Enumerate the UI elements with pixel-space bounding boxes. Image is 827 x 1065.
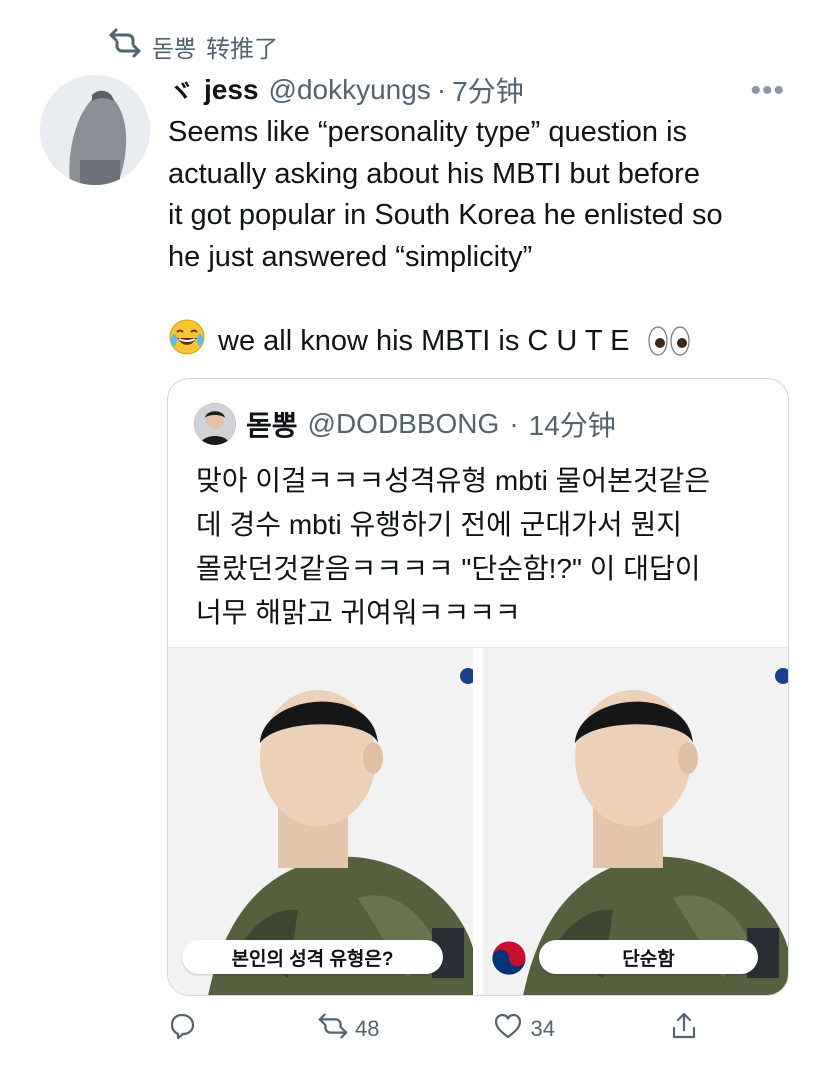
retweet-context[interactable]: 돋뽕 转推了 [108,26,278,67]
quoted-text-line: 몰랐던것같음ㅋㅋㅋㅋ "단순함!?" 이 대답이 [196,553,701,584]
tweet-text-line: actually asking about his MBTI but befor… [168,157,700,190]
like-count: 34 [530,1016,555,1041]
tweet-text-line2: we all know his MBTI is C U T E [168,318,691,364]
quoted-display-name[interactable]: 돋뽕 [246,404,298,444]
share-button[interactable] [668,1010,706,1048]
media-caption: 본인의 성격 유형은? [182,940,443,974]
retweeter-name: 돋뽕 [152,36,197,63]
tweet-header: ヾ jess @dokkyungs · 7分钟 [168,72,797,108]
quoted-avatar [194,403,236,445]
tweet-actions: 48 34 [166,1010,706,1048]
avatar[interactable] [40,75,150,185]
user-handle[interactable]: @dokkyungs [269,74,431,106]
taegeuk-icon [491,940,527,976]
more-icon[interactable]: ••• [750,74,785,108]
share-icon [668,1010,700,1048]
quoted-media: 본인의 성격 유형은? 단순함 [168,647,788,995]
tweet-text-line: he just answered “simplicity” [168,240,533,273]
separator-dot: · [509,408,519,439]
tweet-text: Seems like “personality type” question i… [168,112,798,278]
tweet-text-line: it got popular in South Korea he enliste… [168,199,723,231]
media-caption: 단순함 [539,940,758,974]
like-icon [492,1010,524,1048]
retweet-button[interactable]: 48 [317,1010,379,1048]
quoted-timestamp: 14分钟 [528,410,616,441]
quoted-tweet[interactable]: 돋뽕 @DODBBONG · 14分钟 맞아 이걸ㅋㅋㅋ성격유형 mbti 물어… [167,378,789,996]
reply-icon [166,1010,198,1048]
quoted-tweet-header: 돋뽕 @DODBBONG · 14分钟 [194,403,616,445]
separator-dot: · [436,74,447,105]
tweet-text-line-2: we all know his MBTI is C U T E [218,324,630,357]
retweet-icon [108,26,142,67]
eyes-emoji-icon [647,324,691,358]
quoted-tweet-text: 맞아 이걸ㅋㅋㅋ성격유형 mbti 물어본것같은 데 경수 mbti 유행하기 … [196,459,776,635]
media-image-2[interactable]: 단순함 [483,648,788,995]
tweet-timestamp[interactable]: 7分钟 [452,70,524,110]
quoted-text-line: 너무 해맑고 귀여워ㅋㅋㅋㅋ [196,597,521,628]
quoted-user-handle[interactable]: @DODBBONG [308,408,500,440]
retweet-action-label: 转推了 [206,36,279,63]
retweet-count: 48 [355,1016,380,1041]
tweet-text-line: Seems like “personality type” question i… [168,116,688,148]
like-button[interactable]: 34 [492,1010,555,1048]
reply-button[interactable] [166,1010,204,1048]
quoted-text-line: 맞아 이걸ㅋㅋㅋ성격유형 mbti 물어본것같은 [196,465,711,496]
quoted-text-line: 데 경수 mbti 유행하기 전에 군대가서 뭔지 [196,509,682,540]
retweet-icon [317,1010,349,1048]
display-name[interactable]: jess [204,74,259,106]
media-image-1[interactable]: 본인의 성격 유형은? [168,648,473,995]
display-name-symbol: ヾ [168,76,195,107]
laugh-emoji-icon [168,318,206,364]
